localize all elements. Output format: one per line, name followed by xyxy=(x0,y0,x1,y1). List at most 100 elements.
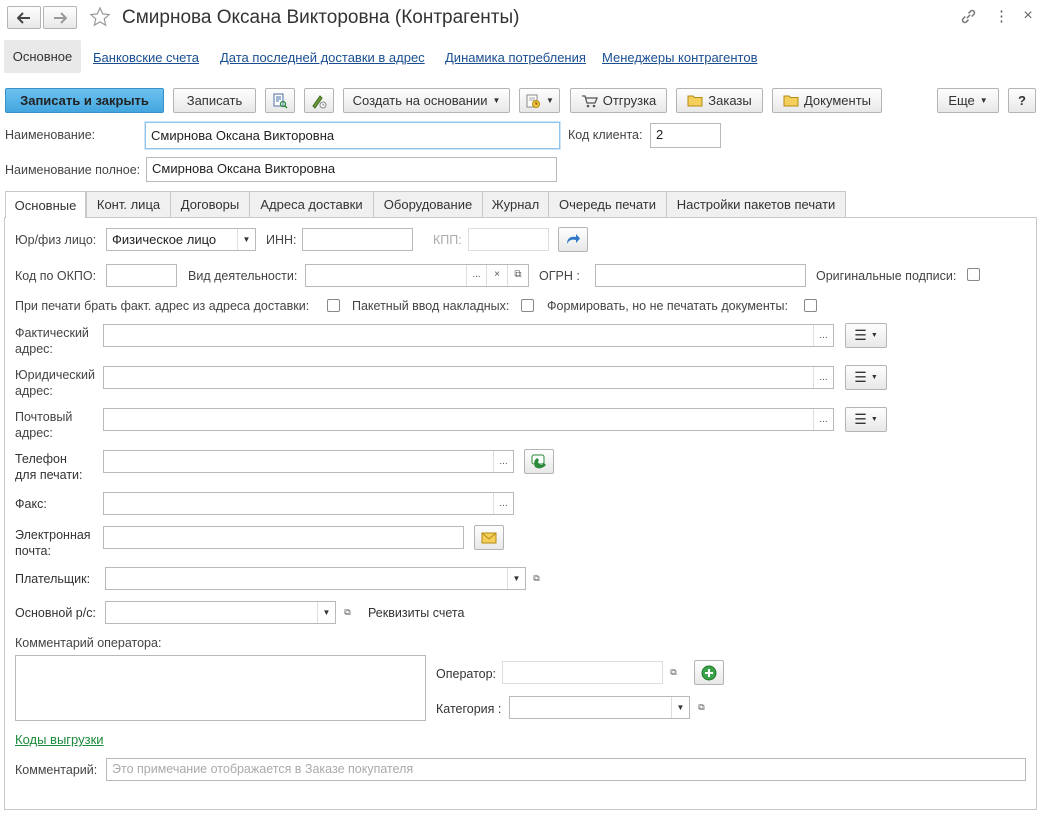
operator-input[interactable] xyxy=(502,661,663,684)
activity-input[interactable]: ... × ⧉ xyxy=(305,264,529,287)
help-button[interactable]: ? xyxy=(1008,88,1036,113)
save-and-close-button[interactable]: Записать и закрыть xyxy=(5,88,164,113)
payer-select[interactable]: ▼ xyxy=(105,567,526,590)
create-based-on-label: Создать на основании xyxy=(352,93,488,108)
ellipsis-icon[interactable]: ... xyxy=(813,325,833,346)
email-input[interactable] xyxy=(103,526,464,549)
name-input[interactable]: Смирнова Оксана Викторовна xyxy=(145,122,560,149)
ellipsis-icon[interactable]: ... xyxy=(493,451,513,472)
call-button[interactable] xyxy=(524,449,554,474)
postal-address-input[interactable]: ... xyxy=(103,408,834,431)
folder-icon xyxy=(783,95,799,107)
phone-label-line2: для печати: xyxy=(15,468,83,482)
shipment-button[interactable]: Отгрузка xyxy=(570,88,667,113)
phone-input[interactable]: ... xyxy=(103,450,514,473)
email-label-line1: Электронная xyxy=(15,528,91,542)
print-preview-button[interactable] xyxy=(265,88,295,113)
tab-print-package-settings[interactable]: Настройки пакетов печати xyxy=(666,191,846,217)
operator-comment-textarea[interactable] xyxy=(15,655,426,721)
legal-address-menu-button[interactable]: ☰ ▼ xyxy=(845,365,887,390)
cart-icon xyxy=(581,94,598,107)
comment-input[interactable]: Это примечание отображается в Заказе пок… xyxy=(106,758,1026,781)
tab-main[interactable]: Основные xyxy=(5,191,86,218)
okpo-input[interactable] xyxy=(106,264,177,287)
open-icon[interactable]: ⧉ xyxy=(695,701,708,714)
documents-button[interactable]: Документы xyxy=(772,88,882,113)
close-icon[interactable]: × xyxy=(1020,6,1036,26)
form-no-print-checkbox[interactable] xyxy=(804,299,817,312)
forward-button[interactable] xyxy=(43,6,77,29)
open-icon[interactable]: ⧉ xyxy=(667,666,680,679)
more-vertical-icon[interactable]: ⋮ xyxy=(994,8,1009,26)
nav-item-main[interactable]: Основное xyxy=(4,40,81,73)
entity-type-select[interactable]: Физическое лицо ▼ xyxy=(106,228,256,251)
send-email-button[interactable] xyxy=(474,525,504,550)
inn-input[interactable] xyxy=(302,228,413,251)
legal-address-label: Юридический адрес: xyxy=(15,367,95,399)
hamburger-icon: ☰ xyxy=(854,369,867,385)
edit-signature-button[interactable] xyxy=(304,88,334,113)
ellipsis-icon[interactable]: ... xyxy=(813,367,833,388)
document-search-icon xyxy=(273,93,288,109)
link-icon xyxy=(961,9,976,24)
tab-equipment[interactable]: Оборудование xyxy=(373,191,483,217)
open-icon[interactable]: ⧉ xyxy=(530,572,543,585)
ellipsis-icon[interactable]: ... xyxy=(466,265,486,286)
print-menu-button[interactable]: ▼ xyxy=(519,88,560,113)
tab-journal[interactable]: Журнал xyxy=(482,191,549,217)
operator-comment-label: Комментарий оператора: xyxy=(15,636,162,650)
create-based-on-button[interactable]: Создать на основании ▼ xyxy=(343,88,510,113)
export-codes-link[interactable]: Коды выгрузки xyxy=(15,732,104,747)
main-account-label: Основной р/с: xyxy=(15,606,96,620)
legal-address-input[interactable]: ... xyxy=(103,366,834,389)
client-code-input[interactable]: 2 xyxy=(650,123,721,148)
nav-item-last-delivery-date[interactable]: Дата последней доставки в адрес xyxy=(220,50,425,65)
batch-input-checkbox[interactable] xyxy=(521,299,534,312)
print-actual-address-checkbox[interactable] xyxy=(327,299,340,312)
account-details-label: Реквизиты счета xyxy=(368,606,465,620)
payer-label: Плательщик: xyxy=(15,572,91,586)
hamburger-icon: ☰ xyxy=(854,327,867,343)
postal-address-menu-button[interactable]: ☰ ▼ xyxy=(845,407,887,432)
ellipsis-icon[interactable]: ... xyxy=(813,409,833,430)
actual-address-input[interactable]: ... xyxy=(103,324,834,347)
open-icon[interactable]: ⧉ xyxy=(507,265,528,286)
ogrn-input[interactable] xyxy=(595,264,806,287)
more-button[interactable]: Еще ▼ xyxy=(937,88,999,113)
original-signatures-label: Оригинальные подписи: xyxy=(816,269,957,283)
add-operator-button[interactable] xyxy=(694,660,724,685)
favorite-button[interactable] xyxy=(89,6,113,30)
ellipsis-icon[interactable]: ... xyxy=(493,493,513,514)
chevron-down-icon: ▼ xyxy=(237,229,255,250)
nav-item-consumption-dynamics[interactable]: Динамика потребления xyxy=(445,50,586,65)
fill-by-inn-button[interactable] xyxy=(558,227,588,252)
legal-address-label-line1: Юридический xyxy=(15,368,95,382)
full-name-input[interactable]: Смирнова Оксана Викторовна xyxy=(146,157,557,182)
tab-contracts[interactable]: Договоры xyxy=(170,191,250,217)
phone-label-line1: Телефон xyxy=(15,452,67,466)
nav-item-contractor-managers[interactable]: Менеджеры контрагентов xyxy=(602,50,758,65)
activity-label: Вид деятельности: xyxy=(188,269,298,283)
tab-print-queue[interactable]: Очередь печати xyxy=(548,191,667,217)
documents-label: Документы xyxy=(803,93,871,108)
clear-icon[interactable]: × xyxy=(486,265,507,286)
orders-button[interactable]: Заказы xyxy=(676,88,763,113)
original-signatures-checkbox[interactable] xyxy=(967,268,980,281)
open-icon[interactable]: ⧉ xyxy=(341,606,354,619)
printer-clock-icon xyxy=(526,94,541,108)
tab-contacts[interactable]: Конт. лица xyxy=(86,191,171,217)
nav-item-bank-accounts[interactable]: Банковские счета xyxy=(93,50,199,65)
operator-label: Оператор: xyxy=(436,667,497,681)
actual-address-label: Фактический адрес: xyxy=(15,325,89,357)
category-label: Категория : xyxy=(436,702,502,716)
main-account-select[interactable]: ▼ xyxy=(105,601,336,624)
category-select[interactable]: ▼ xyxy=(509,696,690,719)
actual-address-menu-button[interactable]: ☰ ▼ xyxy=(845,323,887,348)
link-button[interactable] xyxy=(960,8,978,26)
save-button[interactable]: Записать xyxy=(173,88,256,113)
back-button[interactable] xyxy=(7,6,41,29)
tab-delivery-addresses[interactable]: Адреса доставки xyxy=(249,191,374,217)
fax-input[interactable]: ... xyxy=(103,492,514,515)
kpp-input[interactable] xyxy=(468,228,549,251)
entity-type-value: Физическое лицо xyxy=(112,232,217,247)
